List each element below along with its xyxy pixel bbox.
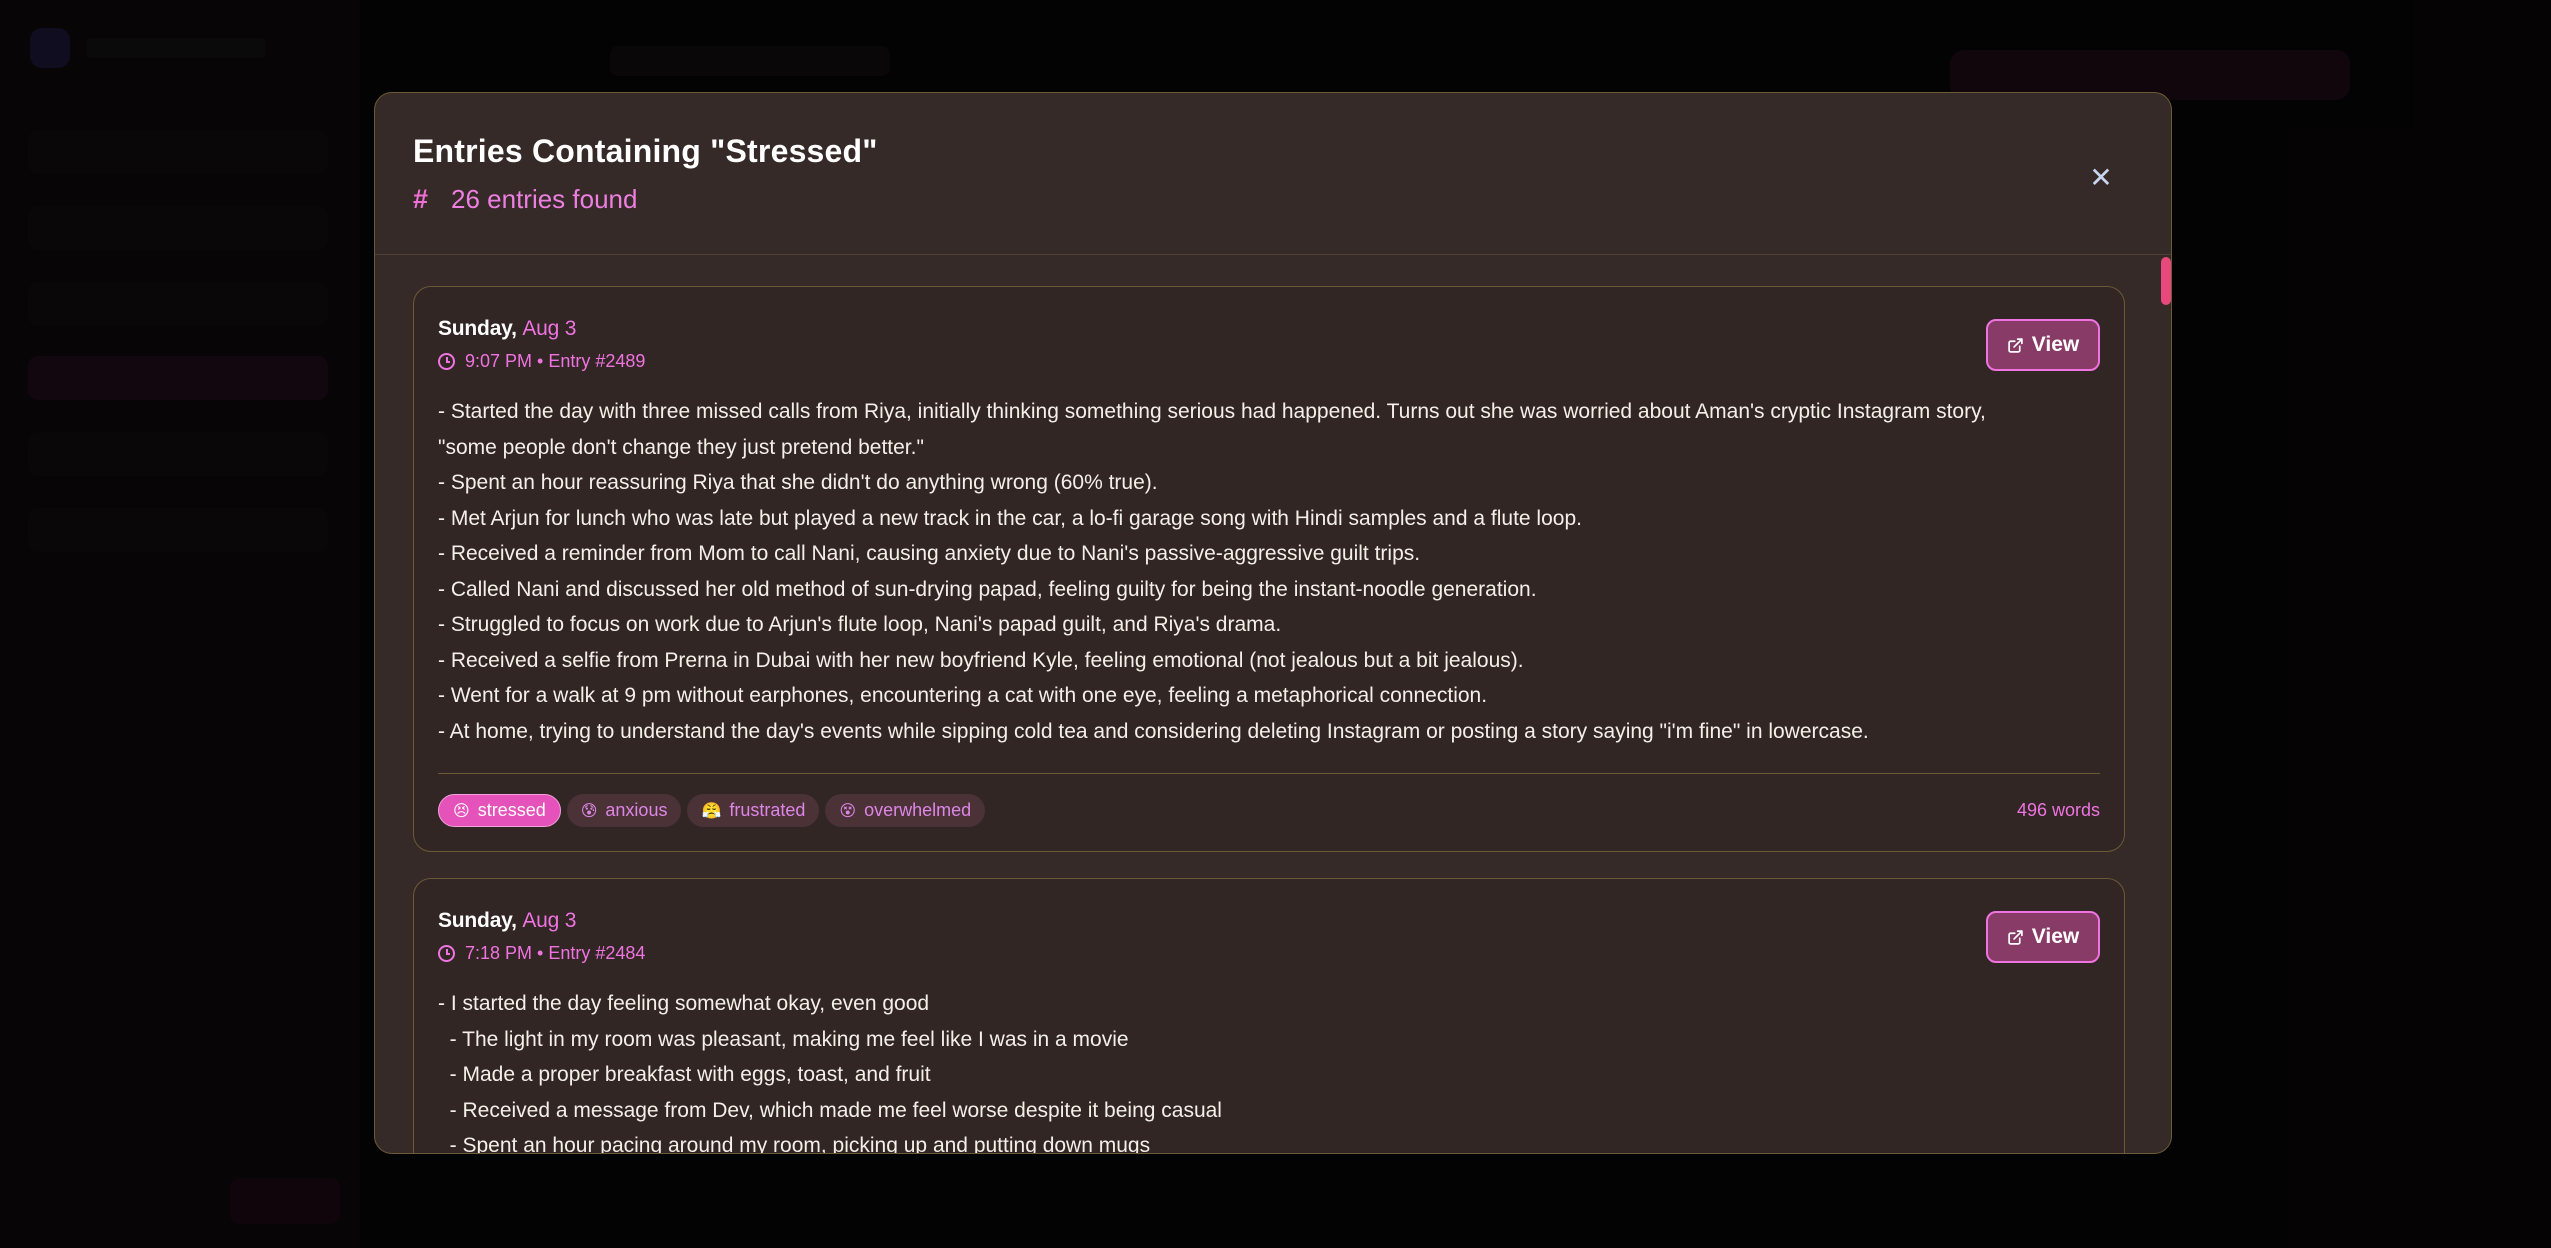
stressed-face-icon: 😣 — [453, 801, 470, 820]
tag-frustrated[interactable]: 😤 frustrated — [687, 794, 820, 827]
entry-line: - Met Arjun for lunch who was late but p… — [438, 506, 1582, 530]
entry-line: - I started the day feeling somewhat oka… — [438, 992, 930, 1015]
entry-time-id: 9:07 PM • Entry #2489 — [465, 351, 646, 371]
entry-date: Sunday, Aug 3 — [438, 317, 2100, 341]
entry-month-day: Aug 3 — [522, 909, 577, 932]
entry-weekday: Sunday, — [438, 317, 523, 340]
entry-card: Sunday, Aug 3 7:18 PM • Entry #2484 View… — [413, 878, 2125, 1153]
mood-tags: 😣 stressed 😰 anxious 😤 frustrated 😵 over… — [438, 794, 986, 827]
external-link-icon — [2007, 337, 2024, 354]
entry-line: - Called Nani and discussed her old meth… — [438, 577, 1537, 601]
tag-label: stressed — [477, 800, 546, 820]
clock-icon — [438, 945, 455, 962]
tag-overwhelmed[interactable]: 😵 overwhelmed — [825, 794, 986, 827]
entry-line: - Struggled to focus on work due to Arju… — [438, 613, 1282, 636]
view-label: View — [2031, 333, 2080, 356]
entry-line: - Received a message from Dev, which mad… — [438, 1098, 1222, 1122]
entry-time-id: 7:18 PM • Entry #2484 — [465, 943, 646, 963]
entry-meta: 7:18 PM • Entry #2484 — [438, 943, 2100, 964]
entry-line: - Started the day with three missed call… — [438, 400, 1986, 423]
entries-modal: Entries Containing "Stressed" # 26 entri… — [374, 92, 2172, 1154]
entry-line: - Received a selfie from Prerna in Dubai… — [438, 648, 1524, 672]
hash-icon: # — [413, 184, 429, 214]
entries-list[interactable]: Sunday, Aug 3 9:07 PM • Entry #2489 View… — [375, 256, 2171, 1153]
view-label: View — [2031, 925, 2080, 948]
entry-weekday: Sunday, — [438, 909, 523, 932]
entry-line: - The light in my room was pleasant, mak… — [438, 1027, 1129, 1051]
word-count: 496 words — [2016, 800, 2100, 820]
entry-line: - Spent an hour pacing around my room, p… — [438, 1134, 1151, 1153]
external-link-icon — [2007, 929, 2024, 946]
entry-footer: 😣 stressed 😰 anxious 😤 frustrated 😵 over… — [438, 773, 2100, 827]
modal-title: Entries Containing "Stressed" — [413, 133, 878, 169]
entry-line: - Made a proper breakfast with eggs, toa… — [438, 1063, 931, 1086]
entries-count: # 26 entries found — [413, 184, 2133, 215]
frustrated-face-icon: 😤 — [701, 801, 722, 820]
tag-label: anxious — [605, 800, 668, 820]
tag-label: overwhelmed — [864, 800, 972, 820]
anxious-face-icon: 😰 — [580, 801, 598, 820]
entry-line: - Spent an hour reassuring Riya that she… — [438, 471, 1158, 494]
entry-meta: 9:07 PM • Entry #2489 — [438, 351, 2100, 372]
entry-line: - Received a reminder from Mom to call N… — [438, 542, 1421, 565]
entry-line: - At home, trying to understand the day'… — [438, 719, 1869, 743]
close-button[interactable]: ✕ — [2085, 161, 2117, 193]
entry-line: - Went for a walk at 9 pm without earpho… — [438, 684, 1488, 707]
entry-card: Sunday, Aug 3 9:07 PM • Entry #2489 View… — [413, 286, 2125, 852]
entry-line: "some people don't change they just pret… — [438, 435, 924, 459]
tag-stressed[interactable]: 😣 stressed — [438, 794, 561, 827]
entry-date: Sunday, Aug 3 — [438, 909, 2100, 933]
entry-text: - I started the day feeling somewhat oka… — [438, 986, 2100, 1153]
view-entry-button[interactable]: View — [1986, 911, 2100, 963]
entry-month-day: Aug 3 — [522, 317, 577, 340]
close-icon: ✕ — [2089, 161, 2113, 193]
modal-header: Entries Containing "Stressed" # 26 entri… — [375, 93, 2171, 255]
clock-icon — [438, 353, 455, 370]
entry-text: - Started the day with three missed call… — [438, 394, 2100, 749]
tag-label: frustrated — [729, 800, 806, 820]
overwhelmed-face-icon: 😵 — [839, 801, 857, 820]
view-entry-button[interactable]: View — [1986, 319, 2100, 371]
entries-count-label: 26 entries found — [451, 184, 638, 214]
tag-anxious[interactable]: 😰 anxious — [566, 794, 682, 827]
